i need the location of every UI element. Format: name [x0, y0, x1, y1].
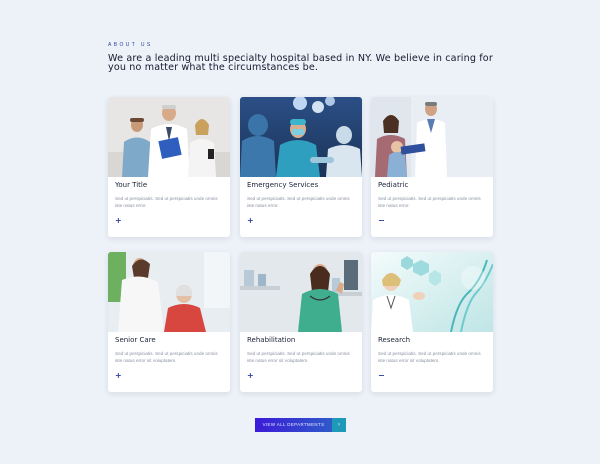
card-title: Your Title: [115, 181, 148, 189]
expand-icon[interactable]: +: [115, 372, 122, 380]
surgery-team-photo: [240, 97, 362, 177]
expand-icon[interactable]: +: [247, 217, 254, 225]
collapse-icon[interactable]: −: [378, 372, 385, 380]
nurse-thumbs-up-photo: [240, 252, 362, 332]
dna-research-photo: [371, 252, 493, 332]
department-card-research[interactable]: Research Sed ut perspiciatis. Sed ut per…: [371, 252, 493, 392]
card-text: Sed ut perspiciatis. Sed ut perspiciatis…: [247, 196, 350, 208]
department-card-pediatric[interactable]: Pediatric Sed ut perspiciatis. Sed ut pe…: [371, 97, 493, 237]
department-card-senior-care[interactable]: Senior Care Sed ut perspiciatis. Sed ut …: [108, 252, 230, 392]
expand-icon[interactable]: +: [115, 217, 122, 225]
card-text: Sed ut perspiciatis. Sed ut perspiciatis…: [115, 196, 218, 208]
senior-care-photo: [108, 252, 230, 332]
department-card-rehabilitation[interactable]: Rehabilitation Sed ut perspiciatis. Sed …: [240, 252, 362, 392]
section-eyebrow: ABOUT US: [108, 42, 153, 48]
collapse-icon[interactable]: −: [378, 217, 385, 225]
about-section: ABOUT US We are a leading multi specialt…: [0, 0, 600, 464]
card-text: Sed ut perspiciatis. Sed ut perspiciatis…: [378, 196, 481, 208]
card-title: Emergency Services: [247, 181, 319, 189]
department-card-your-title[interactable]: Your Title Sed ut perspiciatis. Sed ut p…: [108, 97, 230, 237]
section-heading: We are a leading multi specialty hospita…: [108, 53, 493, 73]
card-title: Senior Care: [115, 336, 156, 344]
department-card-emergency-services[interactable]: Emergency Services Sed ut perspiciatis. …: [240, 97, 362, 237]
expand-icon[interactable]: +: [247, 372, 254, 380]
card-text: Sed ut perspiciatis. Sed ut perspiciatis…: [115, 351, 218, 363]
card-title: Research: [378, 336, 411, 344]
cta-label: VIEW ALL DEPARTMENTS: [255, 418, 332, 432]
view-all-departments-button[interactable]: VIEW ALL DEPARTMENTS ›: [255, 418, 346, 432]
pediatric-family-photo: [371, 97, 493, 177]
card-title: Pediatric: [378, 181, 409, 189]
card-title: Rehabilitation: [247, 336, 296, 344]
card-text: Sed ut perspiciatis. Sed ut perspiciatis…: [247, 351, 350, 363]
card-text: Sed ut perspiciatis. Sed ut perspiciatis…: [378, 351, 481, 363]
doctors-team-photo: [108, 97, 230, 177]
arrow-right-icon: ›: [332, 418, 346, 432]
